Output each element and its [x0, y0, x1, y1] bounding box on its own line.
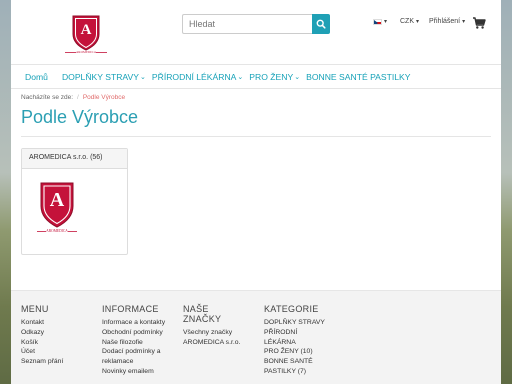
- footer-categories: KATEGORIE DOPLŇKY STRAVY PŘÍRODNÍ LÉKÁRN…: [264, 304, 336, 377]
- footer-link-aromedica[interactable]: AROMEDICA s.r.o.: [183, 338, 253, 348]
- breadcrumb-separator: /: [77, 94, 79, 101]
- language-selector[interactable]: ▾: [373, 18, 387, 25]
- footer-link-for-women[interactable]: PRO ŽENY (10): [264, 347, 336, 357]
- manufacturer-name[interactable]: AROMEDICA s.r.o. (56): [22, 149, 127, 169]
- search-button[interactable]: [312, 14, 330, 34]
- footer-link-all-brands[interactable]: Všechny značky: [183, 328, 253, 338]
- cart-button[interactable]: [472, 16, 486, 30]
- footer-brands-title: NAŠE ZNAČKY: [183, 304, 222, 324]
- footer-brands: NAŠE ZNAČKY Všechny značky AROMEDICA s.r…: [183, 304, 253, 348]
- footer-link-terms[interactable]: Obchodní podmínky: [102, 328, 174, 338]
- nav-item-home[interactable]: Domů: [25, 72, 48, 82]
- nav-item-bonne-sante[interactable]: BONNE SANTÉ PASTILKY: [306, 72, 410, 82]
- chevron-down-icon: ▾: [384, 19, 388, 25]
- site-logo[interactable]: A AROMEDICA: [61, 12, 111, 58]
- footer-link-bonne-sante[interactable]: BONNE SANTÉ PASTILKY (7): [264, 357, 320, 377]
- logo-letter: A: [80, 22, 92, 38]
- footer-link-info-contacts[interactable]: Informace a kontakty: [102, 318, 174, 328]
- manufacturer-logo[interactable]: A AROMEDICA: [37, 179, 77, 235]
- nav-item-label: PŘÍRODNÍ LÉKÁRNA: [151, 72, 237, 82]
- header-divider: [11, 64, 501, 65]
- search-bar: [182, 14, 330, 34]
- page: A AROMEDICA ▾ CZK ▾ Přihlášení ▾: [11, 0, 501, 384]
- footer-menu-title: MENU: [21, 304, 49, 314]
- search-icon: [316, 19, 326, 29]
- footer-link-supplements[interactable]: DOPLŇKY STRAVY: [264, 318, 336, 328]
- cart-icon: [473, 17, 486, 29]
- footer-link-natural-pharmacy[interactable]: PŘÍRODNÍ LÉKÁRNA: [264, 328, 316, 348]
- footer-link-newsletter[interactable]: Novinky emailem: [102, 367, 174, 377]
- nav-item-label: PRO ŽENY: [249, 72, 294, 82]
- chevron-down-icon: ⌄: [140, 74, 146, 81]
- login-menu[interactable]: Přihlášení ▾: [429, 18, 465, 25]
- logo-letter: A: [49, 189, 65, 211]
- nav-item-label: BONNE SANTÉ PASTILKY: [306, 72, 411, 82]
- nav-item-supplements[interactable]: DOPLŇKY STRAVY ⌄: [62, 72, 146, 82]
- footer-link-contact[interactable]: Kontakt: [21, 318, 91, 328]
- footer-link-cart[interactable]: Košík: [21, 338, 91, 348]
- currency-selector[interactable]: CZK ▾: [400, 18, 419, 25]
- footer-link-account[interactable]: Účet: [21, 347, 91, 357]
- footer-link-wishlist[interactable]: Seznam přání: [21, 357, 91, 367]
- chevron-down-icon: ⌄: [237, 74, 244, 81]
- login-label: Přihlášení: [429, 18, 461, 25]
- footer-link-delivery[interactable]: Dodací podmínky a reklamace: [102, 347, 174, 367]
- manufacturer-card[interactable]: AROMEDICA s.r.o. (56) A AROMEDICA: [21, 148, 128, 255]
- chevron-down-icon: ⌄: [294, 74, 301, 81]
- czech-flag-icon: [373, 18, 382, 25]
- chevron-down-icon: ▾: [462, 19, 466, 25]
- currency-label: CZK: [400, 18, 414, 25]
- title-divider: [21, 136, 491, 137]
- nav-item-label: DOPLŇKY STRAVY: [61, 72, 139, 82]
- breadcrumb-current[interactable]: Podle Výrobce: [83, 94, 125, 101]
- footer-info-title: INFORMACE: [102, 304, 159, 314]
- footer-menu: MENU Kontakt Odkazy Košík Účet Seznam př…: [21, 304, 91, 367]
- main-nav: Domů DOPLŇKY STRAVY ⌄ PŘÍRODNÍ LÉKÁRNA ⌄ P…: [25, 72, 417, 82]
- footer-link-links[interactable]: Odkazy: [21, 328, 91, 338]
- footer-info: INFORMACE Informace a kontakty Obchodní …: [102, 304, 174, 377]
- nav-divider: [11, 88, 501, 89]
- breadcrumb-prefix: Nacházíte se zde:: [21, 94, 74, 101]
- chevron-down-icon: ▾: [416, 19, 420, 25]
- footer: MENU Kontakt Odkazy Košík Účet Seznam př…: [11, 290, 501, 384]
- breadcrumb: Nacházíte se zde: / Podle Výrobce: [21, 94, 125, 101]
- logo-text: AROMEDICA: [76, 49, 97, 54]
- logo-text: AROMEDICA: [46, 229, 68, 233]
- nav-item-natural-pharmacy[interactable]: PŘÍRODNÍ LÉKÁRNA ⌄: [152, 72, 243, 82]
- footer-link-philosophy[interactable]: Naše filozofie: [102, 338, 174, 348]
- page-title: Podle Výrobce: [21, 107, 139, 127]
- search-input[interactable]: [182, 14, 312, 34]
- footer-categories-title: KATEGORIE: [264, 304, 319, 314]
- nav-item-label: Domů: [25, 72, 48, 82]
- nav-item-for-women[interactable]: PRO ŽENY ⌄: [249, 72, 300, 82]
